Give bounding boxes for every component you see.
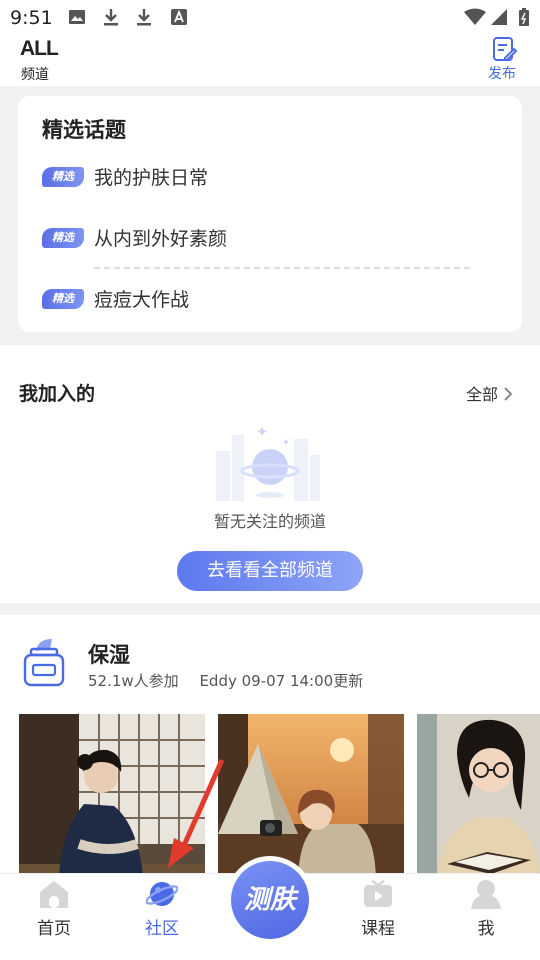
skin-test-button[interactable]: 测肤 — [231, 861, 309, 939]
photo-image — [218, 714, 404, 884]
nav-label: 课程 — [361, 919, 395, 939]
publish-button[interactable]: 发布 — [486, 36, 526, 84]
status-bar: 9:51 — [0, 0, 540, 36]
featured-badge: 精选 — [42, 228, 84, 248]
channel-meta: 52.1w人参加 Eddy 09-07 14:00更新 — [88, 670, 379, 691]
empty-planet-illustration — [216, 427, 320, 501]
skin-test-button-wrap: 测肤 — [226, 856, 314, 944]
video-icon — [364, 880, 392, 907]
nav-label: 首页 — [37, 919, 71, 939]
featured-topics-title: 精选话题 — [42, 118, 126, 142]
divider — [94, 267, 470, 269]
all-logo: ALL — [20, 37, 59, 60]
home-icon — [40, 881, 68, 908]
topic-label: 我的护肤日常 — [94, 167, 209, 189]
planet-icon — [146, 882, 178, 906]
channel-name: 保湿 — [88, 643, 130, 667]
joined-title: 我加入的 — [19, 383, 96, 405]
topic-item[interactable]: 精选 我的护肤日常 — [42, 163, 482, 193]
top-header: ALL 频道 发布 — [0, 36, 540, 86]
download-icon — [104, 9, 118, 26]
topic-item[interactable]: 精选 从内到外好素颜 — [42, 224, 482, 254]
photo-image — [19, 714, 205, 884]
featured-badge: 精选 — [42, 167, 84, 187]
nav-me[interactable]: 我 — [446, 874, 526, 944]
edit-icon — [493, 37, 517, 61]
update-info: Eddy 09-07 14:00更新 — [199, 672, 364, 690]
nav-label: 社区 — [145, 919, 179, 939]
nav-courses[interactable]: 课程 — [338, 874, 418, 944]
view-all-label: 全部 — [466, 385, 499, 404]
kimono-woman-photo[interactable] — [19, 714, 205, 884]
empty-state-text: 暂无关注的频道 — [213, 512, 326, 531]
signal-icon — [491, 9, 507, 25]
topic-label: 痘痘大作战 — [94, 289, 190, 311]
channel-label: 频道 — [21, 67, 49, 83]
featured-badge: 精选 — [42, 289, 84, 309]
moisturizer-jar-icon — [23, 639, 65, 687]
topic-label: 从内到外好素颜 — [94, 228, 228, 250]
download-icon — [137, 9, 151, 26]
publish-label: 发布 — [488, 66, 516, 82]
image-icon — [69, 10, 85, 24]
channel-feed-card: 保湿 52.1w人参加 Eddy 09-07 14:00更新 — [0, 615, 540, 885]
camping-woman-photo[interactable] — [218, 714, 404, 884]
photo-image — [417, 714, 540, 884]
participant-count: 52.1w人参加 — [88, 672, 179, 690]
user-icon — [471, 880, 501, 909]
battery-icon — [519, 8, 529, 26]
view-all-link[interactable]: 全部 — [466, 381, 513, 405]
joined-channels-section: 我加入的 全部 暂无关注的频道 去看看全部频道 — [0, 345, 540, 603]
chevron-right-icon — [504, 387, 513, 401]
reading-woman-photo[interactable] — [417, 714, 540, 884]
bottom-nav: 首页 社区 测肤 课程 我 — [0, 856, 540, 960]
status-time: 9:51 — [10, 7, 53, 29]
browse-all-channels-button[interactable]: 去看看全部频道 — [177, 551, 363, 591]
nav-home[interactable]: 首页 — [14, 874, 94, 944]
featured-topics-card: 精选话题 精选 我的护肤日常 精选 从内到外好素颜 精选 痘痘大作战 — [18, 96, 522, 332]
wifi-icon — [464, 8, 486, 25]
topic-item[interactable]: 精选 痘痘大作战 — [42, 285, 482, 315]
font-icon — [171, 9, 187, 25]
nav-community[interactable]: 社区 — [122, 874, 202, 944]
nav-label: 我 — [477, 919, 495, 939]
